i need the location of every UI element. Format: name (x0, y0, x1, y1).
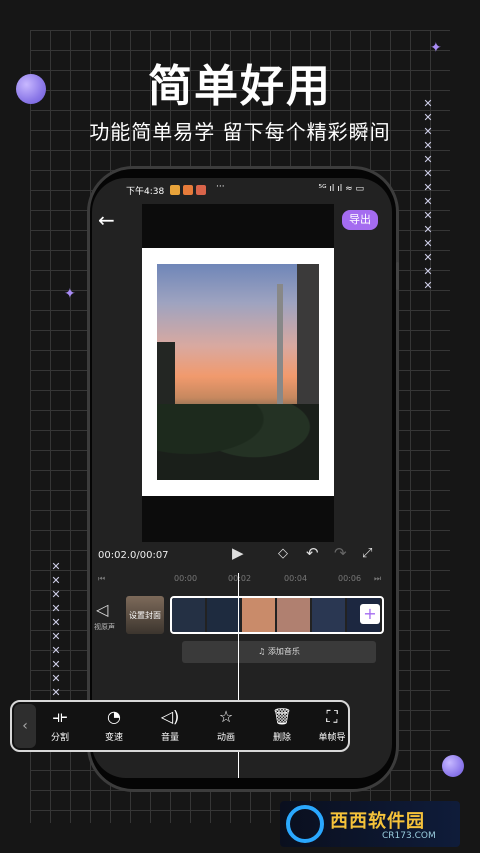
split-icon: ⟛ (52, 707, 68, 726)
keyframe-icon[interactable]: ◇ (278, 546, 288, 561)
phone-screen: 下午4:38 ··· ⁵ᴳ ıl ıl ≈ ▭ ← 导出 00:02.0/00:… (92, 178, 392, 778)
add-clip-button[interactable]: + (360, 604, 380, 624)
timecode: 00:02.0/00:07 (98, 550, 169, 561)
ruler-tick: 00:06 (338, 574, 362, 583)
toolbar-item-animation[interactable]: ☆ 动画 (204, 707, 248, 744)
subline: 功能简单易学 留下每个精彩瞬间 (89, 120, 391, 144)
toolbar-item-speed[interactable]: ◔ 变速 (92, 707, 136, 744)
decor-x-column: ✕✕✕✕✕✕✕✕✕✕✕ (51, 560, 61, 712)
animation-icon: ☆ (218, 707, 234, 726)
add-music-button[interactable]: ♫ 添加音乐 (182, 641, 376, 663)
volume-icon: ◁) (160, 707, 180, 726)
back-arrow-icon[interactable]: ← (98, 208, 115, 232)
mute-speaker-icon[interactable]: ◁ (96, 600, 108, 619)
collapse-toolbar-icon[interactable]: ‹ (14, 704, 36, 748)
speed-icon: ◔ (107, 707, 121, 726)
status-time: 下午4:38 (126, 187, 165, 197)
preview-photo (157, 264, 319, 480)
status-more-dots: ··· (216, 182, 225, 192)
redo-icon[interactable]: ↷ (334, 544, 347, 562)
phone-side-button (396, 262, 399, 290)
app-notification-icon (170, 185, 180, 195)
toolbar-label: 动画 (216, 733, 235, 743)
toolbar-label: 分割 (50, 733, 69, 743)
ruler-tick: 00:00 (174, 574, 198, 583)
status-bar: 下午4:38 ··· ⁵ᴳ ıl ıl ≈ ▭ (92, 182, 392, 200)
toolbar-label: 音量 (160, 733, 179, 743)
set-cover-button[interactable]: 设置封面 (126, 596, 164, 634)
edit-toolbar: ‹ ⟛ 分割 ◔ 变速 ◁) 音量 ☆ 动画 🗑 删除 ⛶ 单帧导 (10, 700, 350, 752)
toolbar-label: 单帧导 (318, 733, 346, 743)
toolbar-label: 删除 (272, 733, 291, 743)
ruler-tick: 00:02 (228, 574, 252, 583)
watermark-url: CR173.COM (382, 831, 436, 841)
export-button[interactable]: 导出 (342, 210, 378, 230)
frame-export-icon: ⛶ (326, 708, 338, 726)
toolbar-item-split[interactable]: ⟛ 分割 (38, 707, 82, 744)
status-app-icons (170, 185, 206, 195)
fullscreen-icon[interactable]: ⤢ (362, 546, 372, 561)
timeline-ruler: ⏮ 00:00 00:02 00:04 00:06 ⏭ (98, 574, 382, 583)
delete-icon: 🗑 (271, 707, 293, 726)
app-notification-icon (183, 185, 193, 195)
watermark-logo: 西西软件园 CR173.COM (280, 801, 460, 847)
undo-icon[interactable]: ↶ (306, 544, 319, 562)
toolbar-item-frame-export[interactable]: ⛶ 单帧导 (314, 708, 350, 743)
headline: 简单好用 (148, 61, 332, 112)
decor-sphere (442, 755, 464, 777)
toolbar-item-volume[interactable]: ◁) 音量 (148, 707, 192, 744)
sparkle-icon: ✦ (64, 286, 76, 302)
watermark-logo-icon (286, 805, 324, 843)
toolbar-item-delete[interactable]: 🗑 删除 (260, 707, 304, 744)
app-notification-icon (196, 185, 206, 195)
ruler-tick: 00:04 (284, 574, 308, 583)
toolbar-label: 变速 (104, 733, 123, 743)
play-icon[interactable]: ▶ (232, 544, 244, 562)
status-signal-icons: ⁵ᴳ ıl ıl ≈ ▭ (318, 184, 365, 194)
mute-label: 视原声 (94, 623, 115, 631)
watermark-name: 西西软件园 (330, 811, 425, 832)
clip-strip[interactable] (170, 596, 384, 634)
